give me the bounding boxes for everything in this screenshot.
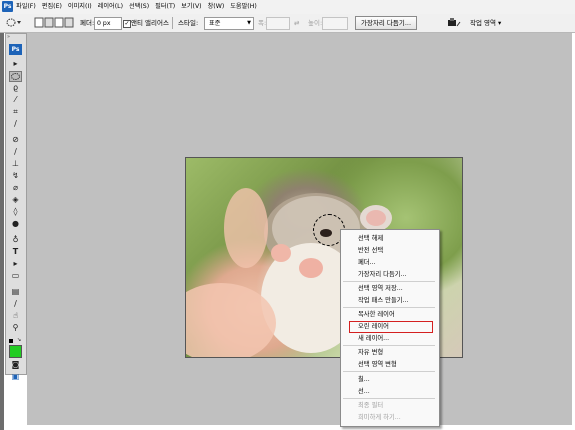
foreground-color-swatch[interactable]	[9, 339, 13, 343]
left-panel-strip	[0, 33, 4, 430]
marquee-preset-icon[interactable]	[6, 17, 21, 28]
crop-icon[interactable]: ⌗	[9, 107, 22, 117]
menu-item-fill[interactable]: 칠...	[358, 375, 370, 384]
menu-item-fade: 희미하게 하기...	[358, 414, 401, 421]
healing-brush-icon[interactable]: ⊘	[9, 135, 22, 145]
height-input[interactable]	[322, 17, 348, 30]
chevron-down-icon: ▼	[247, 20, 251, 26]
style-select[interactable]: 표준 ▼	[204, 17, 254, 30]
menu-view[interactable]: 보기(V)	[181, 2, 201, 12]
photoshop-logo-icon: Ps	[2, 1, 13, 12]
dodge-icon[interactable]: ●	[9, 219, 22, 229]
menu-item-save-selection[interactable]: 선택 영역 저장...	[358, 284, 403, 293]
menu-file[interactable]: 파일(F)	[16, 2, 36, 12]
menu-image[interactable]: 이미지(I)	[68, 2, 92, 12]
hand-icon[interactable]: ☝	[9, 311, 22, 321]
zoom-icon[interactable]: ⚲	[9, 323, 22, 333]
notes-icon[interactable]: ▤	[9, 287, 22, 297]
menu-separator	[343, 281, 435, 282]
bridge-icon[interactable]	[447, 17, 461, 28]
marquee-icon[interactable]	[9, 71, 22, 82]
workspace-button[interactable]: 작업 영역 ▾	[470, 17, 501, 29]
paint-bucket-icon[interactable]: ◈	[9, 195, 22, 205]
type-icon[interactable]: T	[9, 247, 22, 257]
brush-icon[interactable]: ∕	[9, 147, 22, 157]
quick-mask-icon[interactable]: ◙	[9, 360, 22, 370]
selection-mode-icons[interactable]	[34, 17, 74, 28]
menu-item-make-work-path[interactable]: 작업 패스 만들기...	[358, 296, 409, 305]
width-label: 폭:	[258, 19, 267, 27]
menu-item-feather[interactable]: 페더...	[358, 258, 376, 267]
context-menu: 선택 해제 반전 선택 페더... 가장자리 다듬기... 선택 영역 저장..…	[340, 229, 440, 427]
menu-help[interactable]: 도움말(H)	[230, 2, 257, 12]
divider	[172, 17, 173, 29]
menu-item-free-transform[interactable]: 자유 변형	[358, 348, 383, 357]
menu-item-inverse[interactable]: 반전 선택	[358, 246, 383, 255]
collapse-arrows-icon[interactable]: »	[7, 34, 10, 40]
path-select-icon[interactable]: ▸	[9, 259, 22, 269]
refine-edge-button[interactable]: 가장자리 다듬기...	[355, 16, 417, 30]
menu-separator	[343, 371, 435, 372]
swap-icon[interactable]: ⇄	[294, 17, 299, 29]
feather-input[interactable]: 0 px	[94, 17, 122, 30]
style-label: 스타일:	[178, 19, 199, 27]
menu-item-layer-via-copy[interactable]: 복사한 레이어	[358, 310, 395, 319]
menu-separator	[343, 345, 435, 346]
style-select-value: 표준	[209, 20, 221, 27]
toolbox: » Ps ▸ ϱ ⁄ ⌗ ∕ ⊘ ∕ ⊥ ↯ ⌀ ◈ ◊ ● ♁ T ▸ ▭ ▤…	[5, 33, 27, 381]
eyedropper-icon[interactable]: ∕	[9, 119, 22, 129]
antialias-checkbox[interactable]: ✓	[123, 20, 131, 28]
menu-window[interactable]: 창(W)	[208, 2, 225, 12]
screen-mode-icon[interactable]: ▣	[9, 372, 22, 382]
menu-bar: Ps 파일(F) 편집(E) 이미지(I) 레이어(L) 선택(S) 필터(T)…	[0, 0, 575, 15]
magic-wand-icon[interactable]: ⁄	[9, 95, 22, 105]
menu-separator	[343, 398, 435, 399]
menu-layer[interactable]: 레이어(L)	[98, 2, 123, 12]
menu-item-new-layer[interactable]: 새 레이어...	[358, 334, 389, 343]
background-color-swatch[interactable]	[9, 345, 22, 358]
options-bar: 페더: 0 px ✓ 앤티 앨리어스 스타일: 표준 ▼ 폭: ⇄ 높이: 가장…	[0, 14, 575, 33]
menu-filter[interactable]: 필터(T)	[155, 2, 175, 12]
feather-label: 페더:	[80, 19, 95, 27]
ps-logo: Ps	[9, 44, 22, 55]
height-label: 높이:	[308, 19, 323, 27]
menu-item-transform-selection[interactable]: 선택 영역 변형	[358, 360, 397, 369]
blur-icon[interactable]: ◊	[9, 207, 22, 217]
menu-item-last-filter: 최종 필터	[358, 402, 384, 409]
pen-icon[interactable]: ♁	[9, 235, 22, 245]
menu-item-deselect[interactable]: 선택 해제	[358, 234, 383, 243]
menu-item-layer-via-cut[interactable]: 오린 레이어	[358, 322, 389, 331]
menu-separator	[343, 307, 435, 308]
swap-colors-icon[interactable]: ↘	[17, 337, 21, 343]
menu-item-stroke[interactable]: 선...	[358, 387, 370, 396]
width-input[interactable]	[266, 17, 290, 30]
eyedropper2-icon[interactable]: ∕	[9, 299, 22, 309]
antialias-label: 앤티 앨리어스	[131, 19, 169, 27]
menu-select[interactable]: 선택(S)	[129, 2, 149, 12]
menu-items: 파일(F) 편집(E) 이미지(I) 레이어(L) 선택(S) 필터(T) 보기…	[16, 2, 257, 12]
history-brush-icon[interactable]: ↯	[9, 171, 22, 181]
menu-item-refine-edge[interactable]: 가장자리 다듬기...	[358, 270, 407, 279]
shape-icon[interactable]: ▭	[9, 271, 22, 281]
menu-edit[interactable]: 편집(E)	[42, 2, 62, 12]
lasso-icon[interactable]: ϱ	[9, 83, 22, 93]
clone-stamp-icon[interactable]: ⊥	[9, 159, 22, 169]
move-icon[interactable]: ▸	[9, 59, 22, 69]
eraser-icon[interactable]: ⌀	[9, 183, 22, 193]
